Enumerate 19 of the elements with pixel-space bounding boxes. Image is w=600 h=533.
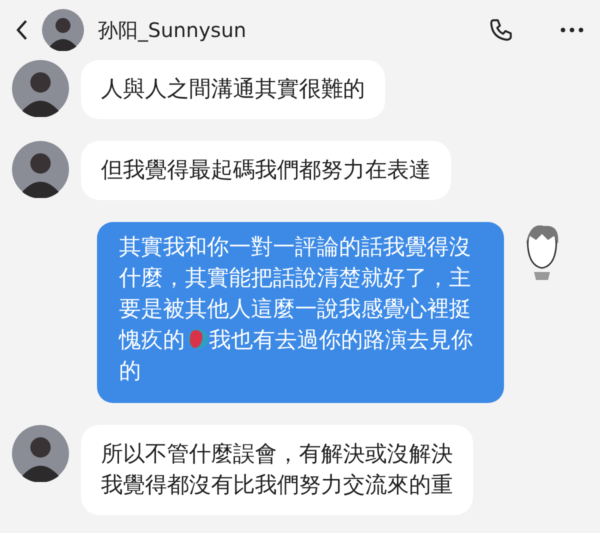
message-text: 所以不管什麼誤會，有解決或沒解決 (101, 442, 453, 467)
message-text: 我也有去過你的路演去見你 (209, 328, 473, 353)
message-text: 愧疚的 (119, 328, 185, 353)
avatar-icon (12, 141, 69, 198)
more-button[interactable] (560, 26, 584, 34)
avatar-icon (12, 425, 69, 482)
message-text: 的 (119, 359, 141, 384)
petal-icon (186, 328, 208, 350)
message-text: 其實我和你一對一評論的話我覺得沒 (119, 235, 471, 260)
avatar-icon (12, 60, 69, 117)
call-button[interactable] (488, 17, 514, 43)
back-button[interactable] (14, 18, 30, 42)
message-text: 但我覺得最起碼我們都努力在表達 (101, 158, 431, 183)
message-text: 要是被其他人這麼一說我感覺心裡挺 (119, 297, 471, 322)
contact-name: 孙阳_Sunnysun (98, 16, 248, 44)
avatar-icon (42, 9, 84, 51)
message-text: 什麼，其實能把話說清楚就好了，主 (119, 266, 471, 291)
message-text: 人與人之間溝通其實很難的 (101, 77, 365, 102)
message-text: 我覺得都沒有比我們努力交流來的重 (101, 473, 453, 498)
